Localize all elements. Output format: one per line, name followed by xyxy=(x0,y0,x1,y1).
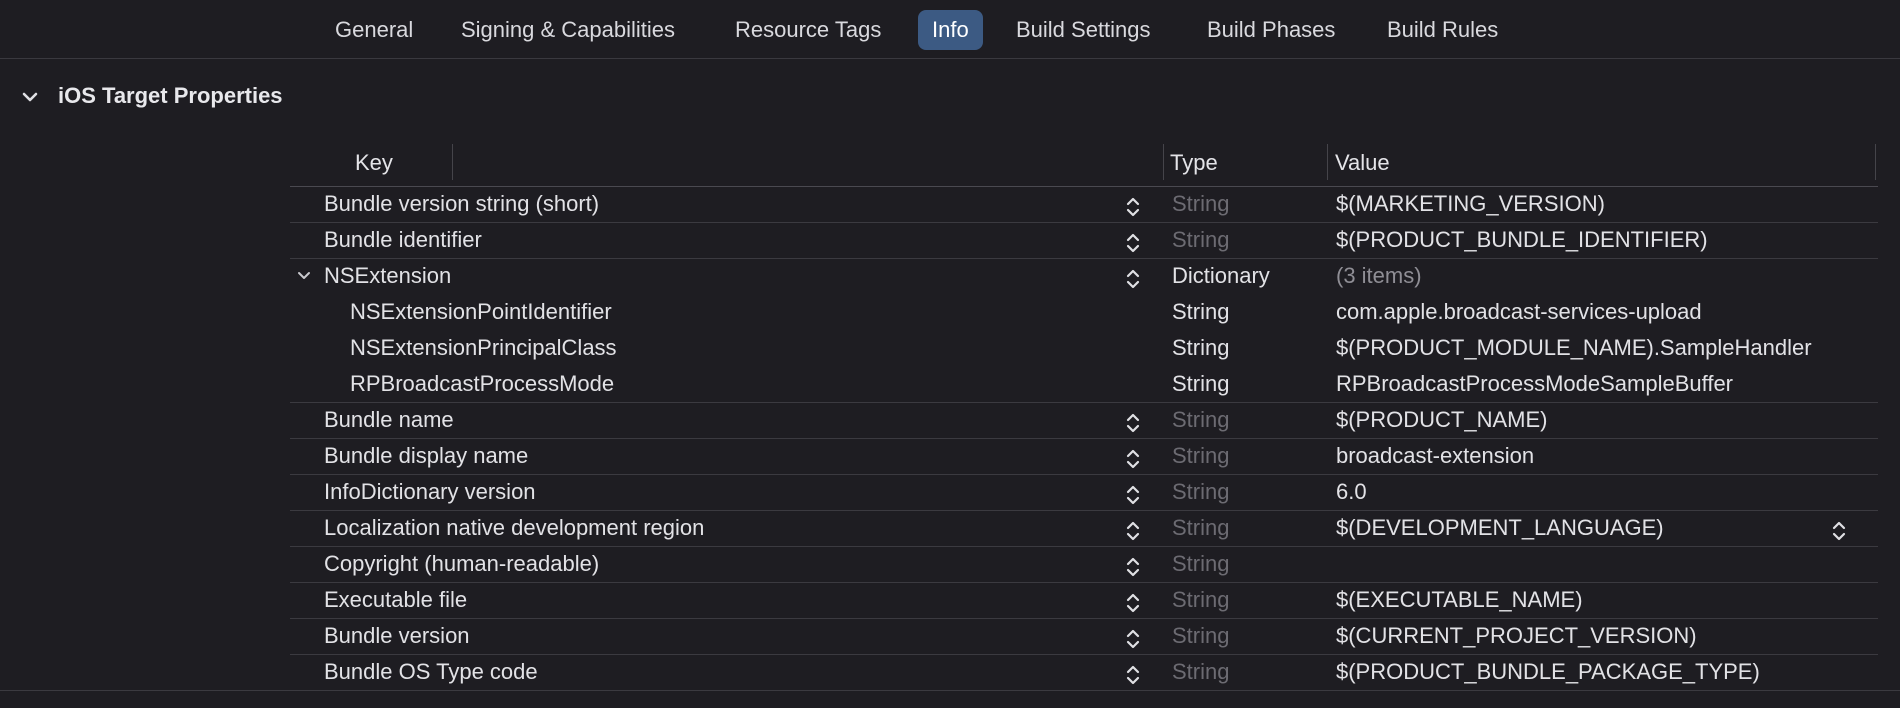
type-cell[interactable]: Dictionary xyxy=(1172,258,1270,294)
key-cell[interactable]: Bundle version xyxy=(324,618,470,654)
key-cell[interactable]: InfoDictionary version xyxy=(324,474,536,510)
tab-build-phases[interactable]: Build Phases xyxy=(1193,10,1349,50)
key-cell[interactable]: NSExtension xyxy=(324,258,451,294)
up-down-stepper-icon[interactable] xyxy=(1126,554,1140,578)
section-header[interactable]: iOS Target Properties xyxy=(22,78,283,114)
value-cell[interactable]: $(DEVELOPMENT_LANGUAGE) xyxy=(1336,510,1664,546)
table-row[interactable]: Bundle display name String broadcast-exten… xyxy=(290,438,1878,475)
table-row[interactable]: Bundle identifier String $(PRODUCT_BUNDLE_… xyxy=(290,222,1878,259)
tab-info[interactable]: Info xyxy=(918,10,983,50)
type-cell: String xyxy=(1172,479,1230,504)
key-cell[interactable]: Executable file xyxy=(324,582,467,618)
type-cell[interactable]: String xyxy=(1172,294,1229,330)
key-cell[interactable]: NSExtensionPointIdentifier xyxy=(350,294,612,330)
table-row[interactable]: Executable file String $(EXECUTABLE_NAME) xyxy=(290,582,1878,619)
key-cell[interactable]: Bundle display name xyxy=(324,438,528,474)
table-row[interactable]: NSExtension Dictionary (3 items) xyxy=(290,258,1878,294)
type-cell: String xyxy=(1172,623,1230,648)
table-row[interactable]: Copyright (human-readable) String xyxy=(290,546,1878,583)
tab-build-rules[interactable]: Build Rules xyxy=(1373,10,1512,50)
table-row[interactable]: NSExtensionPointIdentifier String com.appl… xyxy=(290,294,1878,330)
table-row[interactable]: InfoDictionary version String 6.0 xyxy=(290,474,1878,511)
up-down-stepper-icon[interactable] xyxy=(1126,446,1140,470)
up-down-stepper-icon[interactable] xyxy=(1126,194,1140,218)
up-down-stepper-icon[interactable] xyxy=(1126,266,1140,290)
type-cell: String xyxy=(1172,191,1230,216)
key-cell[interactable]: RPBroadcastProcessMode xyxy=(350,366,614,402)
column-header-type[interactable]: Type xyxy=(1170,140,1218,186)
table-row[interactable]: Bundle OS Type code String $(PRODUCT_BUNDL… xyxy=(290,654,1878,691)
type-cell[interactable]: String xyxy=(1172,366,1229,402)
table-row[interactable]: Bundle version string (short) String $(MAR… xyxy=(290,186,1878,223)
table-row[interactable]: Bundle name String $(PRODUCT_NAME) xyxy=(290,402,1878,439)
up-down-stepper-icon[interactable] xyxy=(1126,590,1140,614)
key-cell[interactable]: Copyright (human-readable) xyxy=(324,546,599,582)
up-down-stepper-icon[interactable] xyxy=(1126,410,1140,434)
value-cell[interactable]: com.apple.broadcast-services-upload xyxy=(1336,294,1702,330)
type-cell: String xyxy=(1172,551,1230,576)
table-row[interactable]: Bundle version String $(CURRENT_PROJECT_VE… xyxy=(290,618,1878,655)
up-down-stepper-icon[interactable] xyxy=(1126,482,1140,506)
value-cell[interactable]: broadcast-extension xyxy=(1336,438,1534,474)
type-cell: String xyxy=(1172,587,1230,612)
column-header-key[interactable]: Key xyxy=(355,140,393,186)
key-cell[interactable]: Bundle version string (short) xyxy=(324,186,599,222)
column-header-value[interactable]: Value xyxy=(1335,140,1390,186)
tab-general[interactable]: General xyxy=(321,10,427,50)
chevron-down-icon[interactable] xyxy=(22,78,58,114)
section-title: iOS Target Properties xyxy=(58,83,283,108)
key-cell[interactable]: NSExtensionPrincipalClass xyxy=(350,330,617,366)
up-down-stepper-icon[interactable] xyxy=(1126,230,1140,254)
key-cell[interactable]: Bundle name xyxy=(324,402,454,438)
value-cell[interactable]: RPBroadcastProcessModeSampleBuffer xyxy=(1336,366,1733,402)
table-row[interactable]: RPBroadcastProcessMode String RPBroadcastP… xyxy=(290,366,1878,403)
value-cell[interactable]: $(CURRENT_PROJECT_VERSION) xyxy=(1336,618,1697,654)
tab-signing-capabilities[interactable]: Signing & Capabilities xyxy=(447,10,689,50)
value-cell[interactable]: $(MARKETING_VERSION) xyxy=(1336,186,1605,222)
tab-bar: General Signing & Capabilities Resource … xyxy=(0,0,1900,59)
value-cell[interactable]: $(PRODUCT_NAME) xyxy=(1336,402,1547,438)
key-cell[interactable]: Localization native development region xyxy=(324,510,704,546)
type-cell: String xyxy=(1172,659,1230,684)
up-down-stepper-icon[interactable] xyxy=(1126,662,1140,686)
table-row[interactable]: Localization native development region St… xyxy=(290,510,1878,547)
key-cell[interactable]: Bundle OS Type code xyxy=(324,654,538,690)
value-cell[interactable]: $(PRODUCT_BUNDLE_IDENTIFIER) xyxy=(1336,222,1708,258)
type-cell[interactable]: String xyxy=(1172,330,1229,366)
type-cell: String xyxy=(1172,515,1230,540)
value-cell: (3 items) xyxy=(1336,263,1422,288)
value-cell[interactable]: 6.0 xyxy=(1336,474,1367,510)
up-down-stepper-icon[interactable] xyxy=(1126,626,1140,650)
type-cell: String xyxy=(1172,407,1230,432)
table-header: Key Type Value xyxy=(290,140,1878,187)
tab-build-settings[interactable]: Build Settings xyxy=(1002,10,1165,50)
value-cell[interactable]: $(PRODUCT_BUNDLE_PACKAGE_TYPE) xyxy=(1336,654,1760,690)
value-cell[interactable]: $(PRODUCT_MODULE_NAME).SampleHandler xyxy=(1336,330,1812,366)
column-divider[interactable] xyxy=(1163,144,1164,180)
up-down-stepper-icon[interactable] xyxy=(1832,518,1846,542)
type-cell: String xyxy=(1172,443,1230,468)
key-cell[interactable]: Bundle identifier xyxy=(324,222,482,258)
column-divider[interactable] xyxy=(1875,144,1876,180)
table-row[interactable]: NSExtensionPrincipalClass String $(PRODUCT… xyxy=(290,330,1878,366)
divider xyxy=(0,690,1900,691)
tab-resource-tags[interactable]: Resource Tags xyxy=(721,10,895,50)
chevron-down-icon[interactable] xyxy=(296,258,320,294)
up-down-stepper-icon[interactable] xyxy=(1126,518,1140,542)
column-divider[interactable] xyxy=(452,144,453,180)
column-divider[interactable] xyxy=(1327,144,1328,180)
value-cell[interactable]: $(EXECUTABLE_NAME) xyxy=(1336,582,1583,618)
type-cell: String xyxy=(1172,227,1230,252)
